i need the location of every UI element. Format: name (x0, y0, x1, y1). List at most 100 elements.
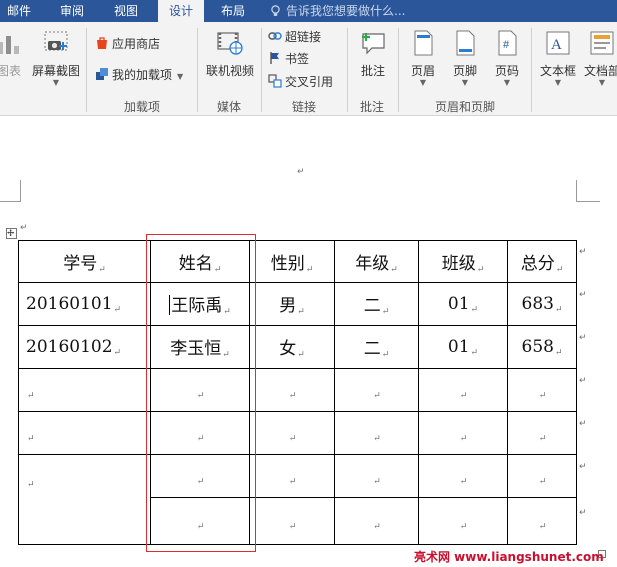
table-cell[interactable]: 658↵ (507, 325, 577, 369)
header-cell-total-score[interactable]: 总分↵ (507, 240, 577, 283)
header-cell-class[interactable]: 班级↵ (418, 240, 508, 283)
cell-text: 683 (521, 293, 554, 314)
tab-mailings[interactable]: 邮件 (0, 0, 38, 22)
tab-view[interactable]: 视图 (106, 0, 146, 22)
table-cell-empty[interactable]: ↵ (418, 411, 508, 455)
table-cell-merged[interactable]: ↵ (18, 454, 151, 545)
table-cell-empty[interactable]: ↵ (418, 368, 508, 412)
table-cell[interactable]: 20160102↵ (18, 325, 151, 369)
table-cell-empty[interactable]: ↵ (507, 368, 577, 412)
chevron-down-icon: ▼ (419, 78, 427, 87)
table-cell[interactable]: 二↵ (334, 325, 419, 369)
paragraph-mark: ↵ (20, 223, 28, 233)
table-cell[interactable]: 683↵ (507, 282, 577, 326)
svg-text:A: A (551, 37, 562, 53)
screenshot-label: 屏幕截图 (31, 64, 80, 78)
row-end-mark: ↵ (579, 333, 587, 343)
cell-end-mark: ↵ (113, 304, 122, 315)
tab-review[interactable]: 审阅 (52, 0, 92, 22)
chevron-down-icon: ▼ (598, 78, 606, 87)
footer-button[interactable]: 页脚 ▼ (446, 28, 484, 87)
screenshot-icon (44, 31, 68, 51)
bookmark-icon (270, 52, 279, 64)
table-cell-empty[interactable]: ↵ (418, 454, 508, 498)
table-cell-empty[interactable]: ↵ (507, 454, 577, 498)
cell-end-mark: ↵ (98, 264, 106, 275)
table-row: ↵ ↵ ↵ ↵ ↵ ↵ (18, 411, 577, 455)
textbox-button[interactable]: A 文本框 ▼ (536, 28, 580, 87)
screenshot-button[interactable]: 屏幕截图 ▼ (30, 28, 82, 87)
header-cell-student-id[interactable]: 学号↵ (18, 240, 151, 283)
table-row: 20160101↵ 王际禹↵ 男↵ 二↵ 01↵ 683↵ (18, 282, 577, 326)
row-end-mark: ↵ (579, 376, 587, 386)
table-cell[interactable]: 二↵ (334, 282, 419, 326)
chart-button[interactable]: 图表 (0, 28, 26, 79)
header-cell-gender[interactable]: 性别↵ (249, 240, 335, 283)
footer-icon (456, 30, 475, 56)
table-cell[interactable]: 20160101↵ (18, 282, 151, 326)
table-header-row: 学号↵ 姓名↵ 性别↵ 年级↵ 班级↵ 总分↵ (18, 240, 577, 283)
group-label-addins: 加载项 (123, 100, 160, 114)
table-cell-empty[interactable]: ↵ (249, 497, 335, 545)
tab-layout[interactable]: 布局 (212, 0, 254, 22)
cell-end-mark: ↵ (459, 521, 468, 532)
page-number-button[interactable]: # 页码 ▼ (488, 28, 526, 87)
group-label-comments: 批注 (359, 100, 384, 114)
move-arrows-icon (7, 229, 14, 236)
tab-design[interactable]: 设计 (158, 0, 204, 22)
table-move-handle[interactable] (6, 228, 17, 239)
cell-text: 二 (363, 339, 381, 359)
chart-label: 图表 (0, 64, 21, 78)
crop-mark (0, 201, 21, 202)
my-addins-button[interactable]: 我的加载项 ▼ (95, 65, 183, 85)
cell-text: 女 (279, 339, 297, 359)
addins-icon (96, 68, 108, 80)
doc-parts-icon (590, 31, 614, 55)
table-cell-empty[interactable]: ↵ (334, 454, 419, 498)
tell-me-box[interactable]: 告诉我您想要做什么... (270, 0, 405, 22)
group-divider (86, 28, 87, 112)
doc-parts-label: 文档部 (583, 64, 617, 78)
doc-parts-button[interactable]: 文档部 ▼ (580, 28, 617, 87)
header-cell-grade[interactable]: 年级↵ (334, 240, 419, 283)
table-cell-empty[interactable]: ↵ (249, 368, 335, 412)
cell-end-mark: ↵ (27, 433, 35, 444)
cell-end-mark: ↵ (288, 521, 297, 532)
chevron-down-icon: ▼ (503, 78, 511, 87)
cell-text: 20160102 (26, 336, 113, 357)
my-addins-label: 我的加载项 (112, 68, 173, 82)
table-cell-empty[interactable]: ↵ (418, 497, 508, 545)
cross-reference-button[interactable]: 交叉引用 (268, 72, 333, 92)
table-cell-empty[interactable]: ↵ (249, 454, 335, 498)
table-cell-empty[interactable]: ↵ (507, 411, 577, 455)
app-store-label: 应用商店 (112, 37, 161, 51)
header-button[interactable]: 页眉 ▼ (404, 28, 442, 87)
bookmark-button[interactable]: 书签 (268, 49, 309, 69)
tell-me-placeholder: 告诉我您想要做什么... (286, 4, 406, 18)
textbox-label: 文本框 (539, 64, 576, 78)
header-label: 页眉 (410, 64, 435, 78)
hyperlink-label: 超链接 (285, 30, 322, 44)
comment-icon (362, 33, 385, 55)
app-store-button[interactable]: 应用商店 (95, 34, 160, 54)
table-cell-empty[interactable]: ↵ (249, 411, 335, 455)
table-cell[interactable]: 男↵ (249, 282, 335, 326)
table-cell-empty[interactable]: ↵ (334, 411, 419, 455)
header-text: 年级 (355, 253, 390, 274)
online-video-button[interactable]: 联机视频 (203, 28, 257, 79)
table-cell[interactable]: 01↵ (418, 325, 508, 369)
table-cell[interactable]: 01↵ (418, 282, 508, 326)
comment-button[interactable]: 批注 (354, 28, 392, 79)
hyperlink-button[interactable]: 超链接 (268, 27, 321, 47)
cross-reference-label: 交叉引用 (285, 75, 334, 89)
table-cell-empty[interactable]: ↵ (18, 368, 151, 412)
cell-end-mark: ↵ (288, 433, 297, 444)
table-cell-empty[interactable]: ↵ (334, 368, 419, 412)
table-cell[interactable]: 女↵ (249, 325, 335, 369)
header-text: 性别 (270, 253, 305, 274)
lightbulb-icon (271, 5, 280, 16)
table-cell-empty[interactable]: ↵ (18, 411, 151, 455)
table-cell-empty[interactable]: ↵ (334, 497, 419, 545)
table-cell-empty[interactable]: ↵ (507, 497, 577, 545)
table-row: 20160102↵ 李玉恒↵ 女↵ 二↵ 01↵ 658↵ (18, 325, 577, 369)
